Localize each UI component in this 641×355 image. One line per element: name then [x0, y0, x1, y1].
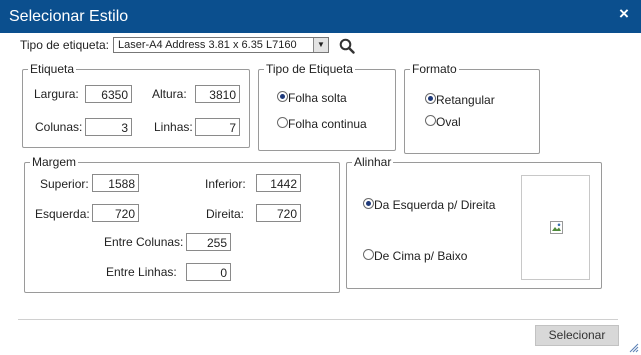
column-gap-label: Entre Colunas:: [104, 235, 184, 249]
radio-rectangular[interactable]: [425, 93, 436, 104]
chevron-down-icon[interactable]: ▼: [313, 38, 328, 52]
select-style-dialog: Selecionar Estilo × Tipo de etiqueta: La…: [0, 0, 641, 355]
row-gap-field[interactable]: 0: [186, 263, 231, 281]
close-icon[interactable]: ×: [617, 5, 631, 22]
radio-top-to-bottom[interactable]: [363, 249, 374, 260]
height-label: Altura:: [152, 87, 187, 101]
label-kind-group: Tipo de Etiqueta: [258, 62, 396, 151]
radio-left-to-right[interactable]: [363, 198, 374, 209]
select-button[interactable]: Selecionar: [535, 325, 619, 346]
label-group-legend: Etiqueta: [30, 62, 75, 76]
height-field[interactable]: 3810: [195, 85, 240, 103]
label-type-value: Laser-A4 Address 3.81 x 6.35 L7160: [118, 39, 297, 51]
right-margin-field[interactable]: 720: [256, 204, 301, 222]
left-to-right-label: Da Esquerda p/ Direita: [374, 198, 496, 212]
bottom-margin-label: Inferior:: [205, 177, 246, 191]
rectangular-label: Retangular: [436, 93, 495, 107]
top-to-bottom-label: De Cima p/ Baixo: [374, 249, 468, 263]
broken-image-icon: [550, 221, 563, 234]
columns-label: Colunas:: [35, 120, 83, 134]
search-icon[interactable]: [339, 38, 355, 54]
column-gap-field[interactable]: 255: [186, 233, 231, 251]
resize-grip-icon[interactable]: [629, 343, 639, 353]
width-field[interactable]: 6350: [85, 85, 132, 103]
label-type-select[interactable]: Laser-A4 Address 3.81 x 6.35 L7160 ▼: [113, 37, 329, 53]
left-margin-label: Esquerda:: [35, 207, 90, 221]
label-preview: [521, 175, 590, 280]
oval-label: Oval: [436, 115, 461, 129]
rows-label: Linhas:: [154, 120, 193, 134]
shape-group: Formato: [404, 62, 540, 154]
row-gap-label: Entre Linhas:: [106, 265, 177, 279]
right-margin-label: Direita:: [206, 207, 245, 221]
columns-field[interactable]: 3: [85, 118, 132, 136]
rows-field[interactable]: 7: [195, 118, 240, 136]
footer-divider: [18, 319, 618, 320]
width-label: Largura:: [34, 87, 79, 101]
radio-oval[interactable]: [425, 115, 436, 126]
label-type-label: Tipo de etiqueta:: [20, 38, 109, 52]
bottom-margin-field[interactable]: 1442: [256, 174, 301, 192]
label-kind-legend: Tipo de Etiqueta: [266, 62, 353, 76]
title-bar[interactable]: Selecionar Estilo ×: [0, 0, 641, 33]
radio-loose-sheet[interactable]: [277, 91, 288, 102]
left-margin-field[interactable]: 720: [92, 204, 139, 222]
loose-sheet-label: Folha solta: [288, 91, 347, 105]
window-title: Selecionar Estilo: [9, 8, 129, 25]
top-margin-field[interactable]: 1588: [92, 174, 139, 192]
shape-legend: Formato: [412, 62, 457, 76]
margin-legend: Margem: [32, 155, 77, 169]
align-legend: Alinhar: [354, 155, 392, 169]
continuous-label: Folha continua: [288, 117, 367, 131]
radio-continuous[interactable]: [277, 117, 288, 128]
top-margin-label: Superior:: [40, 177, 89, 191]
